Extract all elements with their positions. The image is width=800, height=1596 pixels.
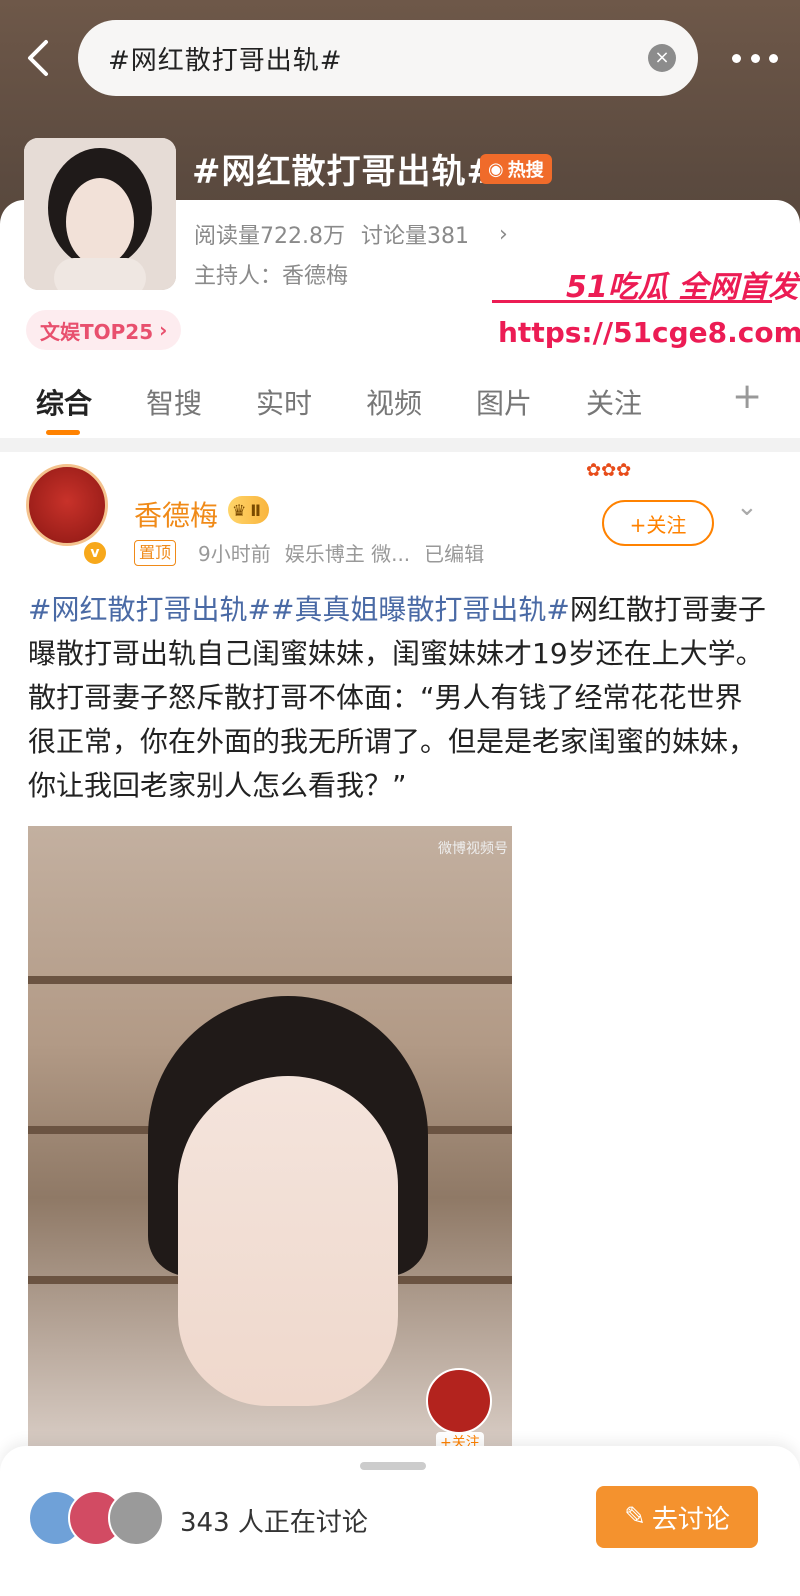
post-meta: 9小时前 娱乐博主 微... 已编辑 xyxy=(198,538,484,567)
edited-label: 已编辑 xyxy=(424,542,485,566)
tab-realtime[interactable]: 实时 xyxy=(256,382,312,422)
hashtag-link[interactable]: #网红散打哥出轨# xyxy=(28,593,271,626)
discuss-button-label: 去讨论 xyxy=(651,1504,730,1535)
author-role: 娱乐博主 微... xyxy=(284,542,411,566)
follow-decoration-icon: ✿✿✿ xyxy=(586,460,632,481)
chevron-right-icon: › xyxy=(159,318,168,342)
active-tab-indicator xyxy=(46,430,80,435)
back-button[interactable] xyxy=(14,30,64,86)
read-count: 阅读量722.8万 xyxy=(194,224,345,249)
post-content: #网红散打哥出轨##真真姐曝散打哥出轨#网红散打哥妻子曝散打哥出轨自己闺蜜妹妹，… xyxy=(28,588,768,808)
topic-title: #网红散打哥出轨# xyxy=(192,152,496,192)
chevron-down-icon[interactable]: ⌄ xyxy=(736,492,758,522)
topic-thumbnail xyxy=(24,138,176,290)
search-input[interactable]: #网红散打哥出轨# × xyxy=(78,20,698,96)
hot-search-label: 热搜 xyxy=(507,160,544,181)
video-avatar[interactable] xyxy=(426,1368,492,1434)
post-time: 9小时前 xyxy=(198,542,271,566)
discussing-count: 343 人正在讨论 xyxy=(180,1508,368,1538)
participant-avatars xyxy=(28,1490,168,1550)
watermark-url: https://51cge8.com xyxy=(498,316,800,349)
topic-host: 主持人：香德梅 xyxy=(194,264,349,289)
discussion-bar: 343 人正在讨论 ✎ 去讨论 xyxy=(0,1446,800,1596)
clear-search-icon[interactable]: × xyxy=(648,44,676,72)
level-icon: Ⅱ xyxy=(250,500,261,520)
tab-smart-search[interactable]: 智搜 xyxy=(146,382,202,422)
dot-icon xyxy=(750,53,760,63)
watermark-divider xyxy=(492,300,772,303)
avatar xyxy=(108,1490,164,1546)
chevron-left-icon xyxy=(28,40,48,76)
vip-badge: ♛ Ⅱ xyxy=(228,496,269,524)
discussion-count: 讨论量381 xyxy=(360,224,469,249)
rank-label: 文娱TOP25 xyxy=(40,319,154,344)
follow-button[interactable]: +关注 xyxy=(602,500,714,546)
dot-icon xyxy=(732,53,741,63)
rank-badge[interactable]: 文娱TOP25 › xyxy=(26,310,182,350)
shelf xyxy=(28,976,512,984)
author-name[interactable]: 香德梅 xyxy=(134,494,218,534)
topic-stats[interactable]: 阅读量722.8万 讨论量381 › xyxy=(194,218,508,250)
add-tab-icon[interactable]: + xyxy=(732,376,762,417)
tab-comprehensive[interactable]: 综合 xyxy=(36,382,92,422)
tab-bar: 综合 智搜 实时 视频 图片 关注 + xyxy=(0,372,800,438)
more-options-button[interactable] xyxy=(732,38,778,78)
hot-search-badge: ◉ 热搜 xyxy=(480,154,552,184)
video-follow-button[interactable]: +关注 xyxy=(436,1432,484,1446)
discuss-button[interactable]: ✎ 去讨论 xyxy=(596,1486,758,1548)
crown-icon: ♛ xyxy=(232,500,247,520)
hashtag-link[interactable]: #真真姐曝散打哥出轨# xyxy=(271,593,570,626)
drag-handle[interactable] xyxy=(360,1462,426,1470)
tab-video[interactable]: 视频 xyxy=(366,382,422,422)
pen-icon: ✎ xyxy=(624,1502,646,1532)
video-thumbnail[interactable]: 微博视频号 +关注 xyxy=(28,826,512,1446)
fire-icon: ◉ xyxy=(488,158,504,180)
tab-images[interactable]: 图片 xyxy=(476,382,532,422)
video-figure-face xyxy=(178,1076,398,1406)
search-query: #网红散打哥出轨# xyxy=(108,45,343,76)
top-bar: #网红散打哥出轨# × xyxy=(0,0,800,120)
section-divider xyxy=(0,438,800,452)
dot-icon xyxy=(769,53,778,63)
verified-icon: v xyxy=(82,540,108,566)
avatar[interactable] xyxy=(26,464,108,546)
pinned-tag: 置顶 xyxy=(134,540,177,566)
video-watermark: 微博视频号 xyxy=(438,841,508,857)
tab-following[interactable]: 关注 xyxy=(586,382,642,422)
chevron-right-icon: › xyxy=(498,221,508,247)
